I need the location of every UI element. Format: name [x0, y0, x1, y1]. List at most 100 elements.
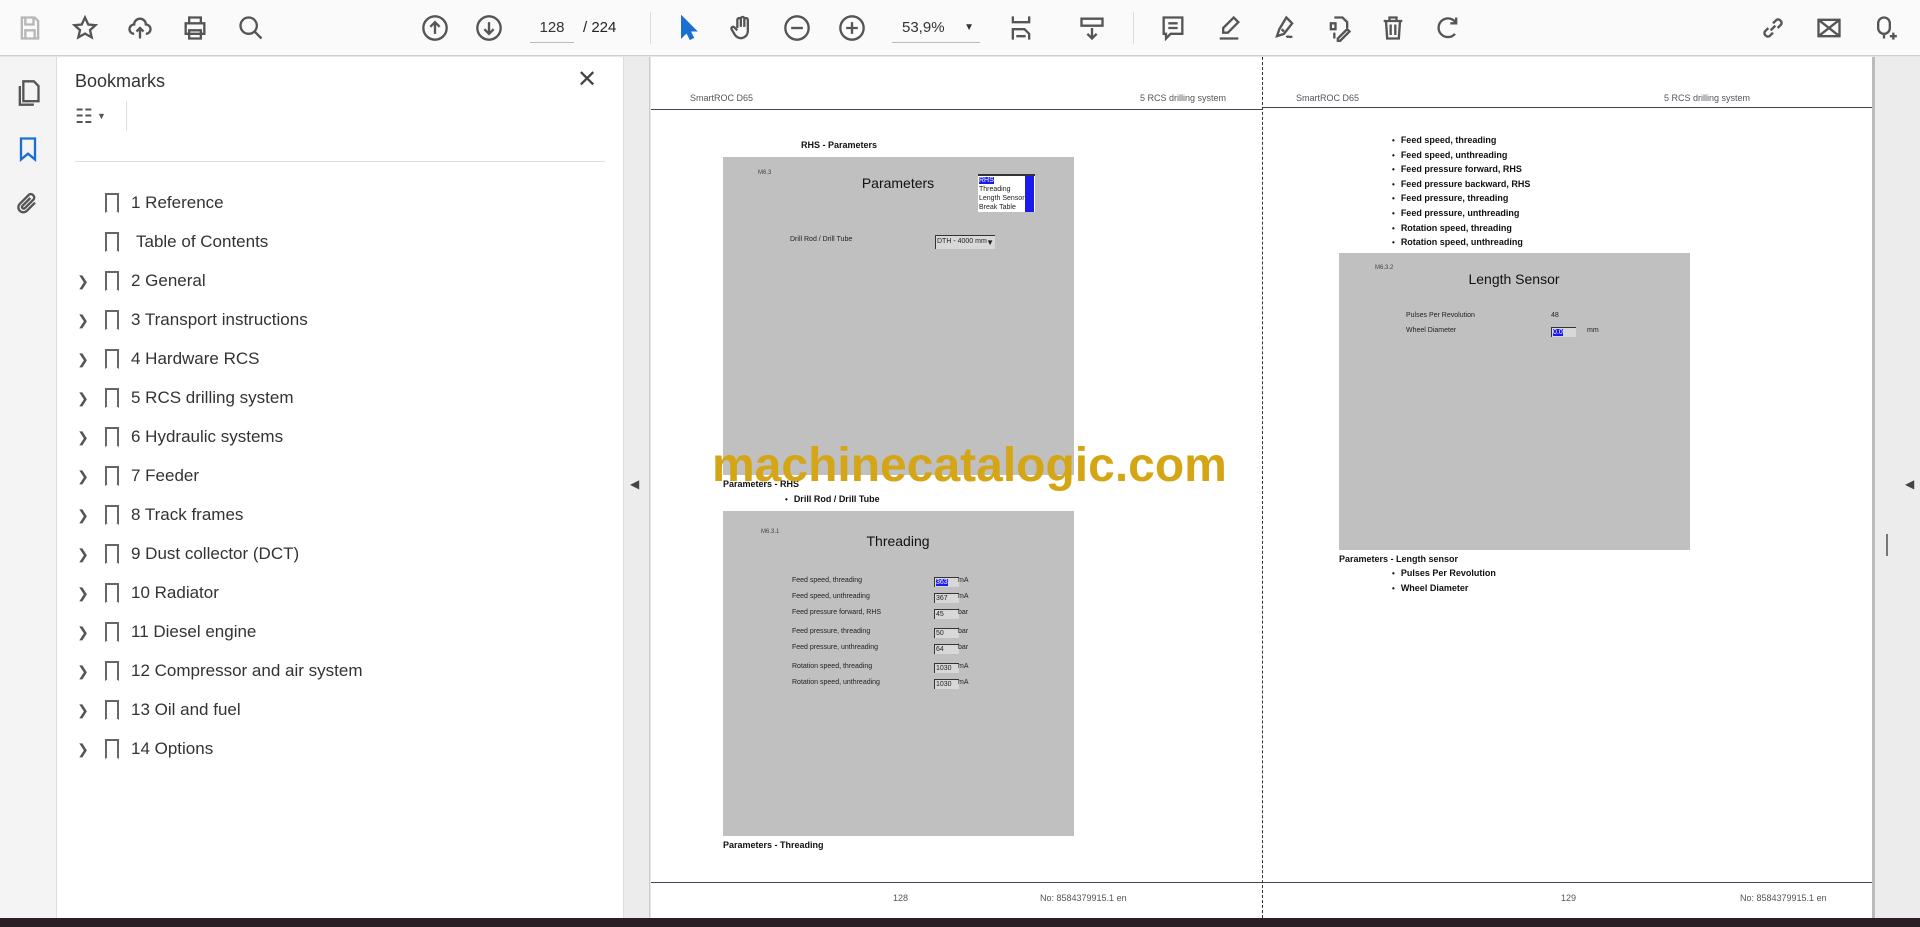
bookmark-item[interactable]: ❯ 14 Options: [57, 733, 617, 765]
figure-id: M6.3: [758, 170, 772, 176]
doc-number: No: 8584379915.1 en: [1740, 893, 1827, 903]
highlight-icon[interactable]: [1213, 12, 1245, 44]
scroll-mode-icon[interactable]: [1076, 12, 1108, 44]
fit-page-icon[interactable]: [1005, 12, 1037, 44]
chevron-right-icon[interactable]: ❯: [71, 390, 95, 407]
chevron-right-icon[interactable]: ❯: [71, 702, 95, 719]
bullet-item: Feed pressure, threading: [1392, 193, 1509, 203]
bookmark-item[interactable]: ❯ 3 Transport instructions: [57, 304, 617, 336]
bookmark-item[interactable]: ❯ 5 RCS drilling system: [57, 382, 617, 414]
field-label: Pulses Per Revolution: [1406, 312, 1475, 319]
taskbar-edge: [0, 918, 1920, 927]
bookmark-icon: [105, 700, 119, 720]
field-value: 48: [1551, 312, 1559, 319]
bookmark-label: 10 Radiator: [131, 583, 219, 602]
field-label: Feed speed, threading: [792, 577, 863, 584]
sign-pen-icon[interactable]: [1268, 12, 1300, 44]
expand-right-panel-icon[interactable]: ◀: [1905, 477, 1914, 491]
rotate-icon[interactable]: [1432, 12, 1464, 44]
chevron-right-icon[interactable]: ❯: [71, 429, 95, 446]
cloud-upload-icon[interactable]: [124, 12, 156, 44]
chevron-right-icon[interactable]: ❯: [71, 624, 95, 641]
chevron-right-icon[interactable]: ❯: [71, 351, 95, 368]
field-value: 45: [936, 611, 944, 618]
share-link-icon[interactable]: [1757, 12, 1789, 44]
page-number: 129: [1561, 893, 1577, 903]
field-unit: mA: [958, 679, 969, 686]
collapse-panel-strip[interactable]: ◀: [624, 57, 650, 918]
save-icon[interactable]: [14, 12, 46, 44]
zoom-out-icon[interactable]: [781, 12, 813, 44]
bookmark-item[interactable]: ❯ 11 Diesel engine: [57, 616, 617, 648]
bookmark-label: 9 Dust collector (DCT): [131, 544, 300, 563]
field-label: Drill Rod / Drill Tube: [790, 236, 853, 243]
attachment-icon[interactable]: [12, 189, 44, 221]
field-label: Wheel Diameter: [1406, 327, 1457, 334]
field-value: 64: [936, 646, 944, 653]
bookmark-item[interactable]: ❯ 13 Oil and fuel: [57, 694, 617, 726]
listbox-scrollbar: [1025, 176, 1034, 212]
bookmark-item[interactable]: ❯ 9 Dust collector (DCT): [57, 538, 617, 570]
select-cursor-icon[interactable]: [672, 12, 704, 44]
bookmark-panel-icon[interactable]: [12, 133, 44, 165]
field-value: 1030: [936, 665, 952, 672]
zoom-in-icon[interactable]: [836, 12, 868, 44]
bookmark-icon: [105, 622, 119, 642]
add-user-icon[interactable]: [1868, 12, 1900, 44]
chevron-right-icon[interactable]: ❯: [71, 468, 95, 485]
field-label: Rotation speed, threading: [792, 663, 873, 670]
next-page-icon[interactable]: [473, 12, 505, 44]
edit-pdf-icon[interactable]: [1323, 12, 1355, 44]
email-icon[interactable]: [1813, 12, 1845, 44]
bookmark-label: 13 Oil and fuel: [131, 700, 241, 719]
chevron-right-icon[interactable]: ❯: [71, 663, 95, 680]
bullet-item: Feed speed, threading: [1392, 135, 1497, 145]
header-right: 5 RCS drilling system: [1664, 93, 1751, 103]
field-value: 50: [936, 630, 944, 637]
hand-tool-icon[interactable]: [726, 12, 758, 44]
field-unit: mm: [1587, 327, 1599, 334]
chevron-right-icon[interactable]: ❯: [71, 273, 95, 290]
scrollbar-thumb[interactable]: [1886, 534, 1888, 556]
bookmark-icon: [105, 739, 119, 759]
prev-page-icon[interactable]: [419, 12, 451, 44]
chevron-right-icon[interactable]: ❯: [71, 585, 95, 602]
field-label: Feed pressure, unthreading: [792, 644, 878, 651]
chevron-right-icon[interactable]: ❯: [71, 741, 95, 758]
chevron-right-icon[interactable]: ❯: [71, 507, 95, 524]
right-scroll-strip[interactable]: ◀: [1872, 57, 1920, 918]
header-rule: [651, 109, 1262, 110]
collapse-left-icon[interactable]: ◀: [630, 477, 639, 491]
figure-caption: Parameters - Threading: [723, 840, 824, 850]
field-input: 0.0: [1551, 327, 1576, 337]
star-icon[interactable]: [69, 12, 101, 44]
field-input: 64: [934, 644, 959, 654]
comment-icon[interactable]: [1157, 12, 1189, 44]
bookmark-item[interactable]: ❯ 7 Feeder: [57, 460, 617, 492]
bookmark-item[interactable]: ❯ 12 Compressor and air system: [57, 655, 617, 687]
bookmark-item[interactable]: ❯ 4 Hardware RCS: [57, 343, 617, 375]
print-icon[interactable]: [179, 12, 211, 44]
dropdown-value: DTH - 4000 mm: [937, 238, 987, 245]
field-value: 363: [936, 579, 948, 586]
list-options-icon: ☷: [75, 105, 93, 128]
chevron-right-icon[interactable]: ❯: [71, 546, 95, 563]
chevron-right-icon[interactable]: ❯: [71, 312, 95, 329]
pages-thumbnail-icon[interactable]: [12, 77, 44, 109]
bookmark-item[interactable]: 1 Reference: [57, 187, 617, 219]
search-icon[interactable]: [235, 12, 267, 44]
bookmark-item[interactable]: Table of Contents: [57, 226, 617, 258]
trash-icon[interactable]: [1377, 12, 1409, 44]
bookmark-item[interactable]: ❯ 10 Radiator: [57, 577, 617, 609]
figure-threading: [723, 511, 1074, 836]
zoom-level-dropdown[interactable]: 53,9% ▼: [892, 13, 980, 43]
bookmark-options-button[interactable]: ☷ ▼: [75, 101, 127, 131]
bookmark-item[interactable]: ❯ 8 Track frames: [57, 499, 617, 531]
page-number-input[interactable]: 128: [530, 13, 574, 43]
field-unit: mA: [958, 593, 969, 600]
bookmark-item[interactable]: ❯ 6 Hydraulic systems: [57, 421, 617, 453]
close-icon[interactable]: ✕: [577, 65, 597, 94]
bullet-item: Feed pressure, unthreading: [1392, 208, 1520, 218]
bookmark-icon: [105, 427, 119, 447]
bookmark-item[interactable]: ❯ 2 General: [57, 265, 617, 297]
